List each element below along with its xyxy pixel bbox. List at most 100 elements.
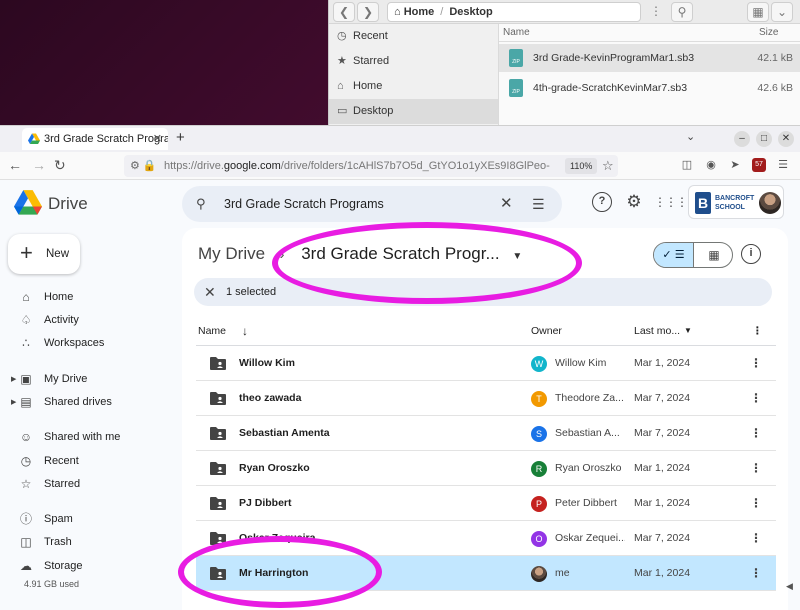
- grid-view-button[interactable]: ▦: [694, 243, 732, 267]
- zip-file-icon: ZIP: [509, 79, 523, 97]
- file-row[interactable]: ZIP 4th-grade-ScratchKevinMar7.sb3 42.6 …: [499, 74, 800, 102]
- search-icon[interactable]: ⚲: [671, 2, 693, 22]
- sidebar-item-home[interactable]: ⌂ Home: [329, 74, 498, 99]
- file-manager-sidebar: ◷ Recent ★ Starred ⌂ Home ▭ Desktop: [329, 24, 499, 125]
- col-last-modified[interactable]: Last mo...: [634, 316, 680, 346]
- url-bar[interactable]: ⚙ 🔒 https://drive.google.com/drive/folde…: [124, 155, 618, 177]
- path-bar[interactable]: ⌂ Home / Desktop: [387, 2, 641, 22]
- column-options-icon[interactable]: ⋮: [752, 316, 763, 346]
- minimize-icon[interactable]: –: [734, 131, 750, 147]
- drive-favicon-icon: [28, 133, 40, 144]
- file-row[interactable]: ZIP 3rd Grade-KevinProgramMar1.sb3 42.1 …: [499, 44, 800, 72]
- sidebar-item-trash[interactable]: ◫ Trash: [0, 531, 180, 554]
- row-more-actions-icon[interactable]: ⋮: [750, 416, 762, 451]
- sidebar-item-shared-with-me[interactable]: ☺ Shared with me: [0, 426, 180, 449]
- list-view-button[interactable]: ✓ ☰: [654, 243, 694, 267]
- account-icon[interactable]: ◉: [704, 158, 718, 172]
- row-more-actions-icon[interactable]: ⋮: [750, 521, 762, 556]
- table-row[interactable]: Oskar Zequeira O Oskar Zequei... Mar 7, 202…: [196, 521, 776, 556]
- extensions-icon[interactable]: ➤: [728, 158, 742, 172]
- col-size[interactable]: Size: [759, 24, 778, 42]
- owner-avatar: S: [531, 426, 547, 442]
- path-home[interactable]: Home: [404, 6, 435, 18]
- bookmark-star-icon[interactable]: ☆: [602, 155, 614, 177]
- sidebar-item-storage[interactable]: ☁ Storage: [0, 555, 180, 578]
- more-menu-icon[interactable]: ⋮: [645, 2, 667, 22]
- extension-badge[interactable]: 57: [752, 158, 766, 172]
- folder-menu-caret-icon[interactable]: ▼: [512, 251, 522, 262]
- back-icon[interactable]: ←: [8, 157, 22, 173]
- col-name[interactable]: Name: [503, 24, 530, 42]
- tab-list-icon[interactable]: ⌄: [686, 130, 695, 143]
- sidebar-item-starred[interactable]: ★ Starred: [329, 49, 498, 74]
- account-switcher[interactable]: B BANCROFT SCHOOL: [688, 185, 784, 219]
- sort-caret-icon[interactable]: ▼: [684, 316, 692, 346]
- expand-caret-icon[interactable]: ▶: [11, 368, 16, 391]
- row-more-actions-icon[interactable]: ⋮: [750, 451, 762, 486]
- page-info-icon[interactable]: ⚙ 🔒: [130, 155, 157, 177]
- info-icon[interactable]: i: [741, 244, 761, 264]
- avatar[interactable]: [759, 192, 781, 214]
- sidebar-item-shared-drives[interactable]: ▶ ▤ Shared drives: [0, 391, 180, 414]
- grid-view-icon[interactable]: ▦: [747, 2, 769, 22]
- browser-tab[interactable]: 3rd Grade Scratch Progra ✕: [22, 128, 168, 150]
- search-input[interactable]: 3rd Grade Scratch Programs: [224, 197, 384, 211]
- table-row[interactable]: Willow Kim W Willow Kim Mar 1, 2024 ⋮: [196, 346, 776, 381]
- sidebar-item-my-drive[interactable]: ▶ ▣ My Drive: [0, 368, 180, 391]
- table-row[interactable]: theo zawada T Theodore Za... Mar 7, 2024 ⋮: [196, 381, 776, 416]
- owner-name: me: [555, 567, 570, 579]
- apps-grid-icon[interactable]: ⋮⋮⋮: [654, 192, 688, 212]
- sidebar-item-workspaces[interactable]: ∴ Workspaces: [0, 332, 180, 355]
- search-bar[interactable]: ⚲ 3rd Grade Scratch Programs ✕ ☰: [182, 186, 562, 222]
- row-more-actions-icon[interactable]: ⋮: [750, 486, 762, 521]
- back-icon[interactable]: ❮: [333, 2, 355, 22]
- drive-logo-icon[interactable]: [14, 190, 42, 216]
- breadcrumb-root[interactable]: My Drive: [198, 244, 265, 263]
- forward-icon[interactable]: →: [32, 157, 46, 173]
- col-name[interactable]: Name: [198, 316, 226, 346]
- table-row[interactable]: Mr Harrington me Mar 1, 2024 ⋮: [196, 556, 776, 591]
- settings-gear-icon[interactable]: ⚙: [624, 192, 644, 212]
- zoom-level[interactable]: 110%: [565, 158, 598, 174]
- sidebar-item-recent[interactable]: ◷ Recent: [0, 450, 180, 473]
- sort-arrow-icon[interactable]: ↓: [242, 316, 248, 346]
- clear-selection-icon[interactable]: ✕: [204, 278, 216, 306]
- table-row[interactable]: PJ Dibbert P Peter Dibbert Mar 1, 2024 ⋮: [196, 486, 776, 521]
- row-more-actions-icon[interactable]: ⋮: [750, 346, 762, 381]
- shared-folder-icon: [210, 497, 226, 510]
- row-more-actions-icon[interactable]: ⋮: [750, 556, 762, 591]
- row-more-actions-icon[interactable]: ⋮: [750, 381, 762, 416]
- search-options-icon[interactable]: ☰: [532, 186, 545, 222]
- sidebar-item-starred[interactable]: ☆ Starred: [0, 473, 180, 496]
- sidebar-item-recent[interactable]: ◷ Recent: [329, 24, 498, 49]
- modified-date: Mar 1, 2024: [634, 462, 691, 474]
- scroll-arrow-icon[interactable]: ◀: [786, 581, 793, 592]
- view-options-icon[interactable]: ⌄: [771, 2, 793, 22]
- table-row[interactable]: Ryan Oroszko R Ryan Oroszko Mar 1, 2024 ⋮: [196, 451, 776, 486]
- bancroft-logo: B: [695, 192, 711, 214]
- check-icon: ✓: [662, 249, 672, 261]
- list-icon: ☰: [674, 249, 685, 261]
- close-window-icon[interactable]: ✕: [778, 131, 794, 147]
- path-current[interactable]: Desktop: [449, 6, 492, 18]
- search-icon[interactable]: ⚲: [196, 186, 206, 222]
- forward-icon[interactable]: ❯: [357, 2, 379, 22]
- menu-icon[interactable]: ☰: [776, 158, 790, 172]
- maximize-icon[interactable]: □: [756, 131, 772, 147]
- table-row[interactable]: Sebastian Amenta S Sebastian A... Mar 7, 20…: [196, 416, 776, 451]
- pocket-icon[interactable]: ◫: [680, 158, 694, 172]
- sidebar-item-home[interactable]: ⌂ Home: [0, 286, 180, 309]
- folder-name: Mr Harrington: [239, 567, 309, 579]
- sidebar-item-spam[interactable]: ⓘ Spam: [0, 508, 180, 531]
- sidebar-item-activity[interactable]: ♤ Activity: [0, 309, 180, 332]
- help-icon[interactable]: ?: [592, 192, 612, 212]
- sidebar-item-desktop[interactable]: ▭ Desktop: [329, 99, 498, 124]
- clear-search-icon[interactable]: ✕: [500, 186, 513, 222]
- col-owner[interactable]: Owner: [531, 316, 562, 346]
- new-button[interactable]: + New: [8, 234, 80, 274]
- reload-icon[interactable]: ↻: [54, 157, 66, 174]
- new-tab-icon[interactable]: +: [176, 129, 185, 146]
- expand-caret-icon[interactable]: ▶: [11, 391, 16, 414]
- close-tab-icon[interactable]: ✕: [153, 128, 162, 150]
- breadcrumb-current[interactable]: 3rd Grade Scratch Progr...: [301, 244, 499, 263]
